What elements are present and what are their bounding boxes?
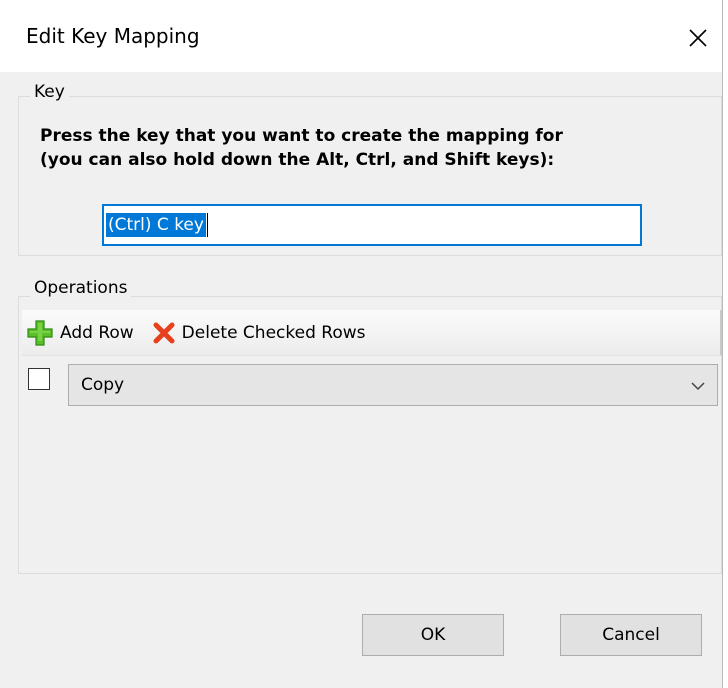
close-button[interactable] — [678, 18, 718, 58]
x-icon — [153, 322, 175, 343]
row-checkbox[interactable] — [28, 368, 50, 390]
delete-checked-rows-button[interactable]: Delete Checked Rows — [148, 315, 370, 351]
key-prompt-line-1: Press the key that you want to create th… — [40, 126, 563, 146]
close-icon — [689, 29, 707, 47]
text-caret — [206, 213, 208, 237]
operations-toolbar: Add Row Delete Checked Rows — [22, 310, 722, 356]
add-row-button[interactable]: Add Row — [22, 315, 138, 351]
window-edge — [722, 0, 728, 688]
key-capture-input[interactable]: (Ctrl) C key — [102, 204, 642, 246]
dialog-title: Edit Key Mapping — [26, 24, 200, 48]
ok-button[interactable]: OK — [362, 614, 504, 656]
operations-group-label: Operations — [30, 278, 132, 298]
chevron-down-icon — [691, 382, 705, 391]
key-capture-value: (Ctrl) C key — [106, 213, 206, 237]
key-group-label: Key — [30, 82, 69, 102]
cancel-button[interactable]: Cancel — [560, 614, 702, 656]
plus-icon — [27, 319, 53, 346]
title-bar: Edit Key Mapping — [0, 0, 722, 72]
delete-checked-rows-label: Delete Checked Rows — [181, 322, 366, 343]
operation-selected-value: Copy — [81, 375, 125, 395]
operation-dropdown[interactable]: Copy — [68, 364, 718, 406]
key-prompt: Press the key that you want to create th… — [40, 124, 700, 172]
add-row-label: Add Row — [60, 322, 134, 343]
edit-key-mapping-dialog: Edit Key Mapping Key Press the key that … — [0, 0, 728, 688]
key-prompt-line-2: (you can also hold down the Alt, Ctrl, a… — [40, 150, 555, 170]
